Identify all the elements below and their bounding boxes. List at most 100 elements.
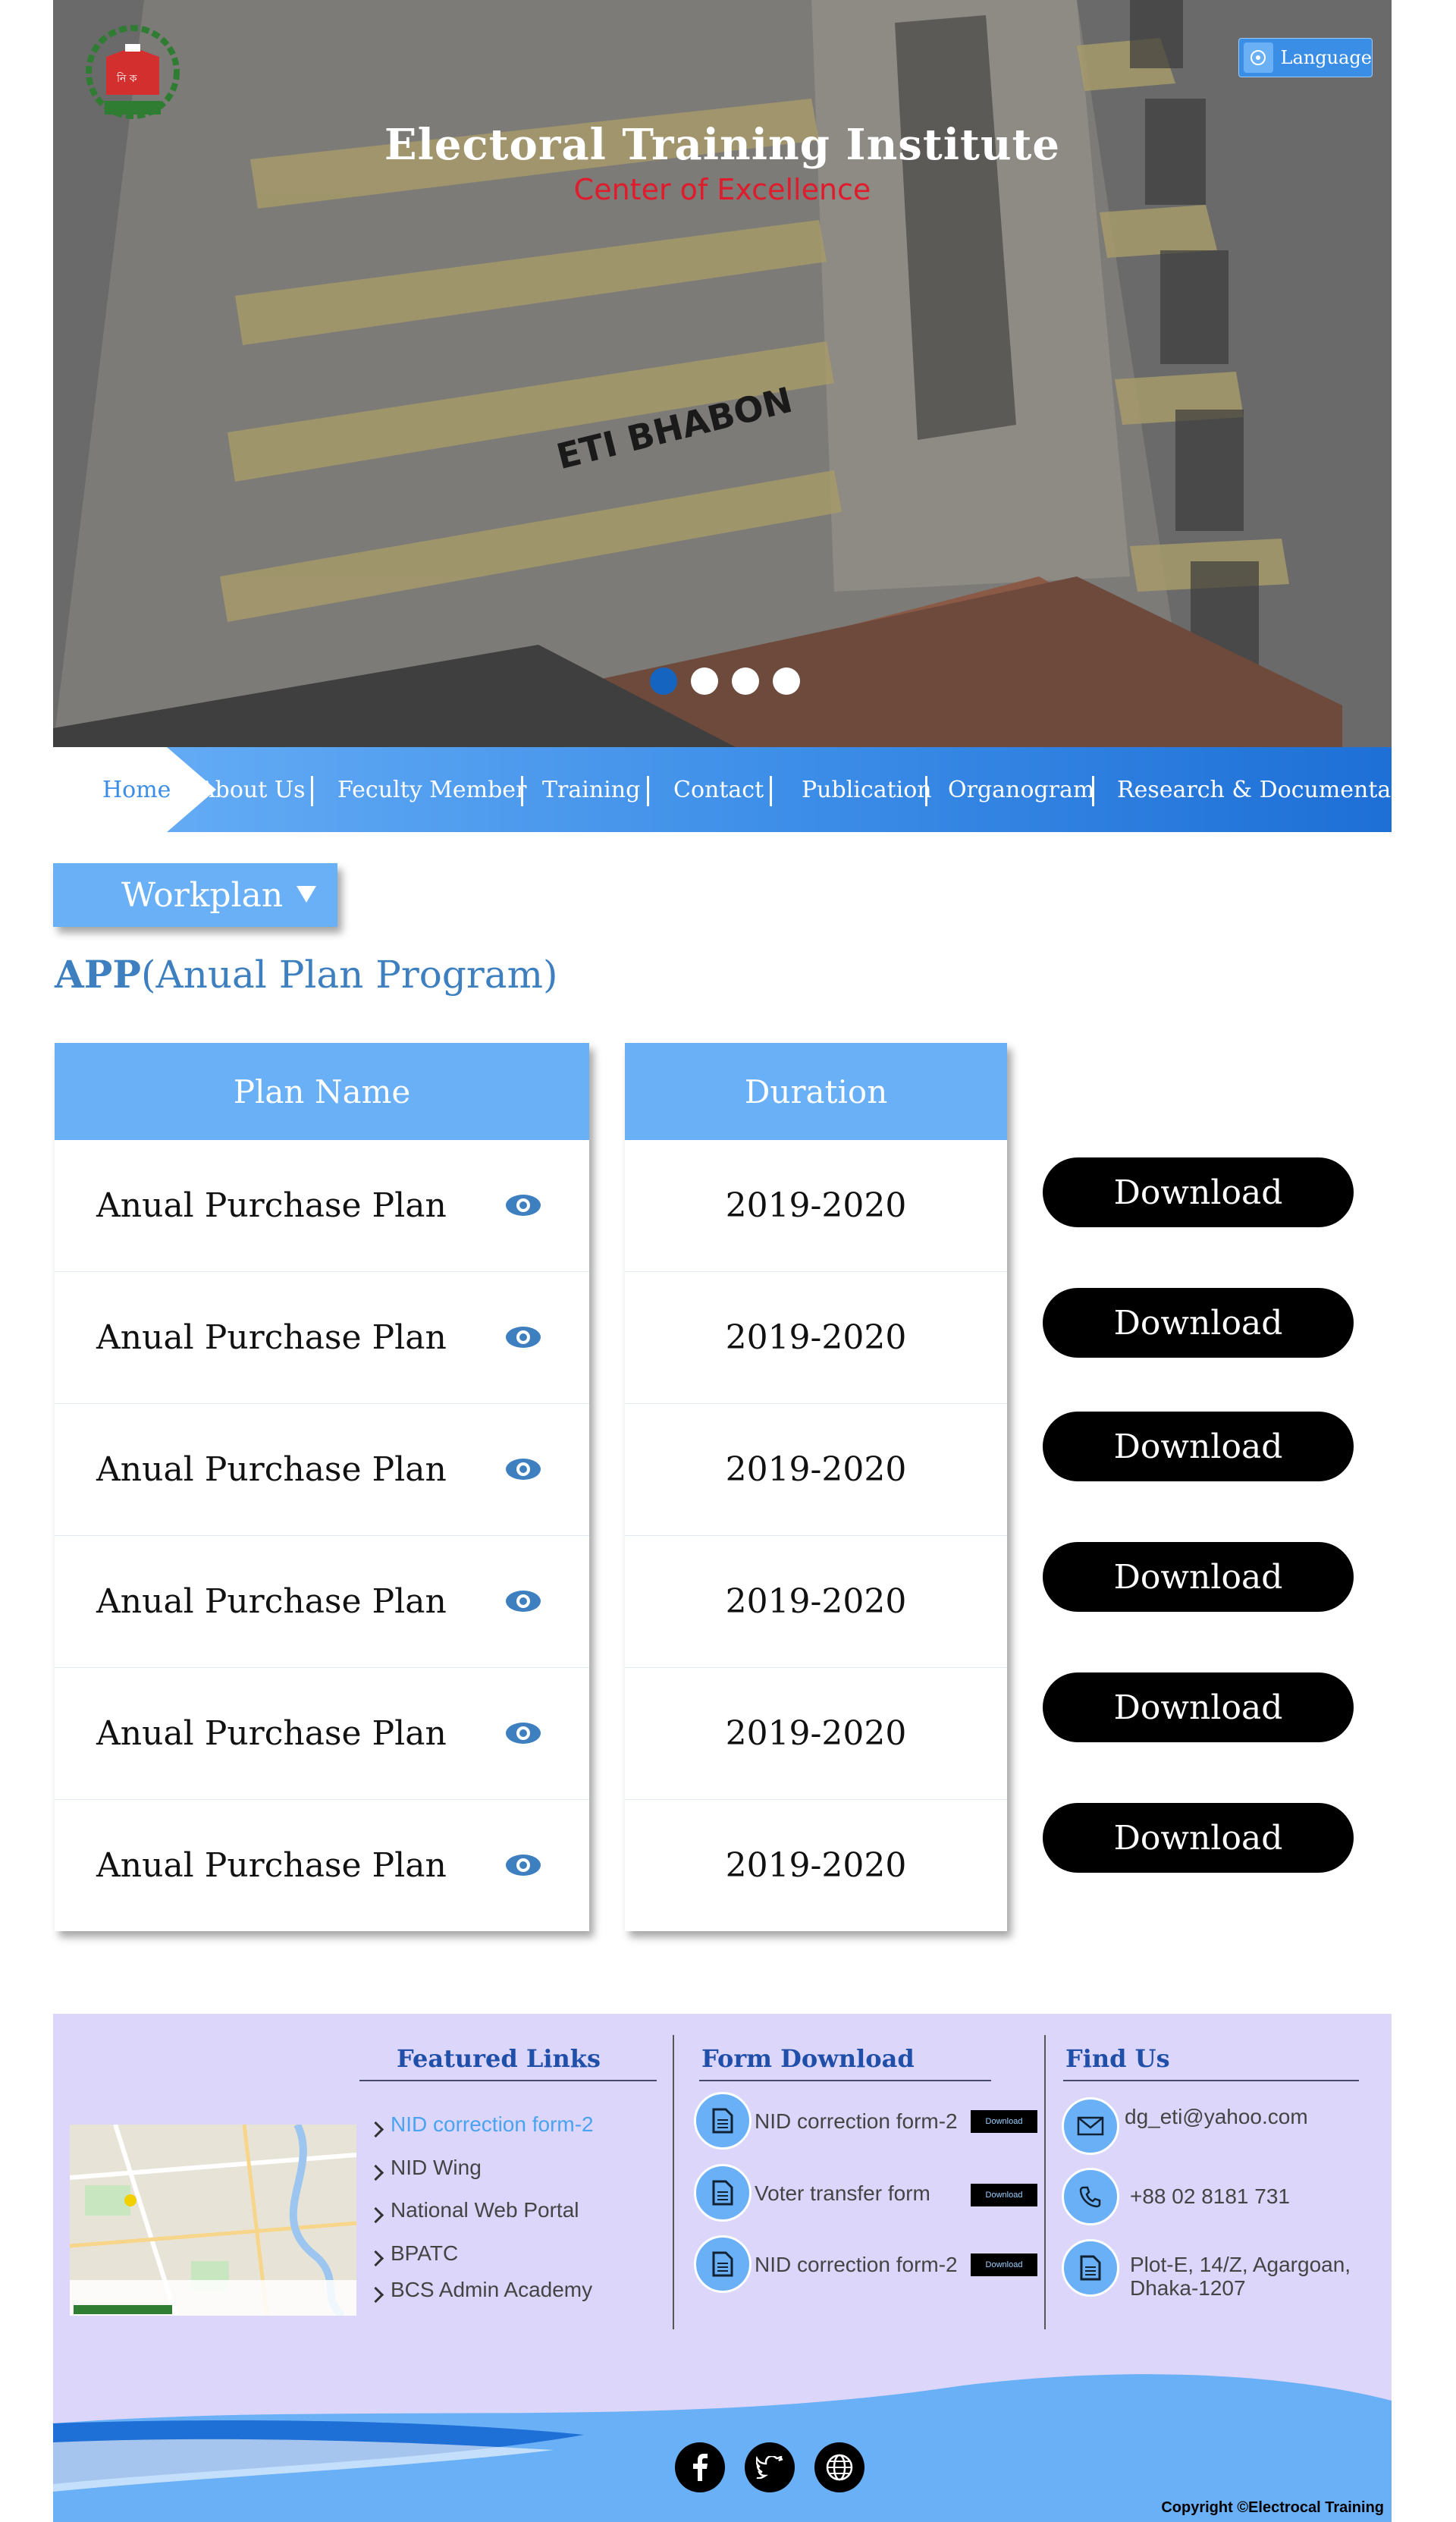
table-row: 2019-2020 xyxy=(625,1536,1007,1668)
table-row: 2019-2020 xyxy=(725,1846,907,1885)
divider xyxy=(359,2080,657,2081)
carousel-dot-2[interactable] xyxy=(691,667,718,695)
table-row: 2019-2020 xyxy=(625,1140,1007,1272)
plan-name-header: Plan Name xyxy=(55,1043,589,1140)
eye-icon[interactable] xyxy=(504,1721,542,1745)
nav-item-publication[interactable]: Publication xyxy=(802,747,932,832)
eye-icon[interactable] xyxy=(504,1193,542,1217)
form-download-button[interactable]: Download xyxy=(971,2110,1037,2133)
table-row: 2019-2020 xyxy=(625,1404,1007,1536)
document-icon xyxy=(694,2164,752,2222)
nav-separator xyxy=(311,776,313,806)
table-row: Anual Purchase Plan xyxy=(55,1536,589,1668)
form-download-button[interactable]: Download xyxy=(971,2184,1037,2206)
nav-item-faculty-member[interactable]: Feculty Member xyxy=(337,747,526,832)
nav-item-about-us[interactable]: About Us xyxy=(199,747,306,832)
plan-name: Anual Purchase Plan xyxy=(96,1582,447,1621)
hero-banner: ETI BHABON নি ক Language Electoral Train… xyxy=(53,0,1392,747)
form-item-label: Voter transfer form xyxy=(755,2181,930,2205)
plan-name: Anual Purchase Plan xyxy=(96,1714,447,1753)
logo[interactable]: নি ক xyxy=(83,23,182,121)
address-line-1: Plot-E, 14/Z, Agargoan, xyxy=(1130,2253,1351,2276)
nav-separator xyxy=(647,776,649,806)
site-subtitle: Center of Excellence xyxy=(573,173,871,206)
globe-icon xyxy=(1244,42,1273,73)
featured-link-nid-correction[interactable]: NID correction form-2 xyxy=(391,2112,594,2137)
nav-home-label: Home xyxy=(102,776,171,803)
workplan-dropdown[interactable]: Workplan xyxy=(53,863,337,927)
svg-text:নি ক: নি ক xyxy=(116,72,137,85)
featured-link-nid-wing[interactable]: NID Wing xyxy=(391,2156,482,2180)
form-item-label: NID correction form-2 xyxy=(755,2253,958,2276)
divider xyxy=(1063,2080,1359,2081)
table-row: Anual Purchase Plan xyxy=(55,1800,589,1931)
location-map[interactable] xyxy=(70,2125,356,2316)
language-button[interactable]: Language xyxy=(1238,38,1373,77)
column-divider xyxy=(1044,2035,1046,2329)
mail-icon xyxy=(1062,2097,1119,2155)
facebook-icon[interactable] xyxy=(675,2442,725,2492)
plan-name: Anual Purchase Plan xyxy=(96,1186,447,1225)
email-text[interactable]: dg_eti@yahoo.com xyxy=(1125,2105,1308,2129)
chevron-right-icon xyxy=(367,2286,384,2304)
document-icon xyxy=(694,2092,752,2150)
nav-item-home[interactable]: Home xyxy=(53,747,216,832)
nav-separator xyxy=(1092,776,1094,806)
download-button[interactable]: Download xyxy=(1043,1412,1354,1481)
language-label: Language xyxy=(1280,47,1372,68)
plan-name: Anual Purchase Plan xyxy=(96,1318,447,1357)
column-divider xyxy=(673,2035,674,2329)
download-button[interactable]: Download xyxy=(1043,1672,1354,1742)
building-image: ETI BHABON xyxy=(53,0,1392,747)
download-button[interactable]: Download xyxy=(1043,1288,1354,1358)
main-nav: Home About Us Feculty Member Training Co… xyxy=(53,747,1436,832)
eye-icon[interactable] xyxy=(504,1589,542,1613)
chevron-right-icon xyxy=(367,2164,384,2181)
nav-separator xyxy=(521,776,523,806)
download-button[interactable]: Download xyxy=(1043,1157,1354,1227)
nav-item-contact[interactable]: Contact xyxy=(673,747,764,832)
featured-link-bcs-admin-academy[interactable]: BCS Admin Academy xyxy=(391,2278,592,2302)
table-row: 2019-2020 xyxy=(625,1272,1007,1404)
chevron-right-icon xyxy=(367,2206,384,2224)
form-item-label: NID correction form-2 xyxy=(755,2109,958,2133)
carousel-dot-1[interactable] xyxy=(650,667,677,695)
page: ETI BHABON নি ক Language Electoral Train… xyxy=(53,0,1436,2522)
find-us-title: Find Us xyxy=(1065,2044,1170,2073)
eye-icon[interactable] xyxy=(504,1457,542,1481)
chevron-right-icon xyxy=(367,2250,384,2267)
table-row: Anual Purchase Plan xyxy=(55,1140,589,1272)
featured-link-national-web-portal[interactable]: National Web Portal xyxy=(391,2198,579,2222)
location-document-icon xyxy=(1062,2239,1119,2297)
map-icon xyxy=(70,2125,356,2316)
nav-item-training[interactable]: Training xyxy=(542,747,640,832)
twitter-icon[interactable] xyxy=(745,2442,795,2492)
page-title-rest: (Anual Plan Program) xyxy=(141,953,558,997)
workplan-label: Workplan xyxy=(121,875,284,915)
site-title: Electoral Training Institute xyxy=(384,120,1061,170)
website-globe-icon[interactable] xyxy=(814,2442,864,2492)
chevron-right-icon xyxy=(367,2121,384,2138)
carousel-dot-4[interactable] xyxy=(773,667,800,695)
page-title: APP(Anual Plan Program) xyxy=(55,952,558,997)
carousel-indicators xyxy=(650,667,800,695)
nav-item-research-documentation[interactable]: Research & Documentation xyxy=(1117,747,1436,832)
footer: Featured Links NID correction form-2 NID… xyxy=(53,2014,1392,2522)
eye-icon[interactable] xyxy=(504,1325,542,1349)
plan-name-table: Plan Name Anual Purchase Plan Anual Purc… xyxy=(55,1043,589,1931)
address-line-2: Dhaka-1207 xyxy=(1130,2276,1246,2300)
table-row: Anual Purchase Plan xyxy=(55,1668,589,1800)
nav-item-organogram[interactable]: Organogram xyxy=(948,747,1094,832)
featured-link-bpatc[interactable]: BPATC xyxy=(391,2241,458,2266)
phone-text[interactable]: +88 02 8181 731 xyxy=(1130,2184,1290,2209)
form-download-title: Form Download xyxy=(701,2044,915,2073)
nav-separator xyxy=(925,776,927,806)
eye-icon[interactable] xyxy=(504,1853,542,1877)
duration-table: Duration 2019-2020 2019-2020 2019-2020 2… xyxy=(625,1043,1007,1931)
download-button[interactable]: Download xyxy=(1043,1542,1354,1612)
copyright-text: Copyright ©Electrocal Training xyxy=(1161,2499,1384,2516)
plan-name: Anual Purchase Plan xyxy=(96,1846,447,1885)
download-button[interactable]: Download xyxy=(1043,1803,1354,1873)
carousel-dot-3[interactable] xyxy=(732,667,759,695)
form-download-button[interactable]: Download xyxy=(971,2253,1037,2276)
